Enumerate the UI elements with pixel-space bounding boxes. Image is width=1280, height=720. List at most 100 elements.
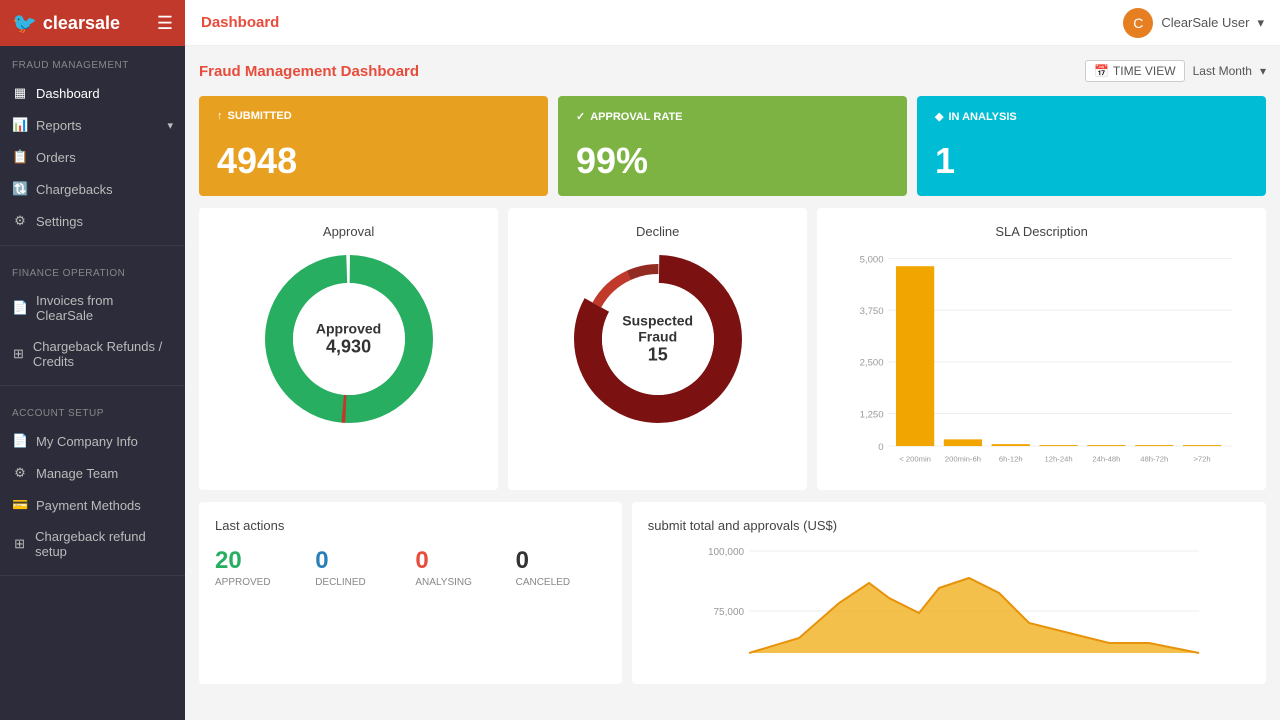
page-title: Fraud Management Dashboard: [199, 63, 419, 80]
sidebar-item-label: Orders: [36, 150, 76, 165]
sidebar-item-label: Chargeback refund setup: [35, 529, 173, 559]
stat-card-in-analysis: ◆ IN ANALYSIS 1: [917, 96, 1266, 196]
sidebar-item-dashboard[interactable]: ▦ Dashboard: [0, 77, 185, 109]
submit-title: submit total and approvals (US$): [648, 518, 1250, 533]
approval-donut-center: Approved 4,930: [316, 321, 381, 358]
action-stat-value: 0: [415, 547, 428, 575]
action-stat-label: DECLINED: [315, 577, 366, 588]
submit-approvals-card: submit total and approvals (US$) 100,000…: [632, 502, 1266, 684]
sidebar-item-settings[interactable]: ⚙ Settings: [0, 205, 185, 237]
svg-text:75,000: 75,000: [713, 607, 744, 618]
stat-cards: ↑SUBMITTED4948✓APPROVAL RATE99%◆IN ANALY…: [199, 96, 1266, 196]
sla-chart-card: SLA Description 5,000 3,750 2,500 1,250 …: [817, 208, 1266, 490]
user-label: ClearSale User: [1161, 15, 1249, 30]
content-area: Fraud Management Dashboard 📅 TIME VIEW L…: [185, 46, 1280, 720]
sidebar-section-label: ACCOUNT SETUP: [0, 394, 185, 425]
svg-text:2,500: 2,500: [860, 358, 884, 369]
orders-icon: 📋: [12, 149, 28, 165]
dashboard-icon: ▦: [12, 85, 28, 101]
sidebar-item-payment-methods[interactable]: 💳Payment Methods: [0, 489, 185, 521]
stat-card-icon: ◆: [935, 110, 943, 123]
stat-card-submitted: ↑SUBMITTED4948: [199, 96, 548, 196]
action-stat-canceled: 0CANCELED: [516, 547, 606, 588]
sidebar-item-label: Invoices from ClearSale: [36, 293, 173, 323]
time-view-control: 📅 TIME VIEW Last Month ▾: [1085, 60, 1266, 82]
sla-bar-chart: 5,000 3,750 2,500 1,250 0: [833, 249, 1250, 474]
user-menu[interactable]: C ClearSale User ▾: [1123, 8, 1264, 38]
payment-methods-icon: 💳: [12, 497, 28, 513]
main-content: Dashboard C ClearSale User ▾ Fraud Manag…: [185, 0, 1280, 720]
decline-donut-center: Suspected Fraud 15: [613, 313, 703, 366]
svg-text:100,000: 100,000: [708, 547, 745, 558]
last-actions-title: Last actions: [215, 518, 606, 533]
sidebar-header: 🐦 clearsale ☰: [0, 0, 185, 46]
action-stat-value: 20: [215, 547, 242, 575]
decline-chart-card: Decline Suspected Fraud 15: [508, 208, 807, 490]
settings-icon: ⚙: [12, 213, 28, 229]
stat-card-icon: ✓: [576, 110, 585, 123]
stat-card-label-text: SUBMITTED: [228, 110, 292, 122]
approval-chart-card: Approval Approved 4,930: [199, 208, 498, 490]
stat-card-approval-rate: ✓ APPROVAL RATE 99%: [558, 96, 907, 196]
sidebar-divider: [0, 245, 185, 246]
sidebar-item-label: Dashboard: [36, 86, 100, 101]
sidebar-item-reports[interactable]: 📊 Reports ▾: [0, 109, 185, 141]
sla-chart-title: SLA Description: [833, 224, 1250, 239]
sidebar: 🐦 clearsale ☰ FRAUD MANAGEMENT ▦ Dashboard…: [0, 0, 185, 720]
logo: 🐦 clearsale: [12, 11, 120, 36]
sidebar-item-invoices[interactable]: 📄 Invoices from ClearSale: [0, 285, 185, 331]
action-stat-value: 0: [315, 547, 328, 575]
topbar: Dashboard C ClearSale User ▾: [185, 0, 1280, 46]
sidebar-section-label: FRAUD MANAGEMENT: [0, 46, 185, 77]
stat-card-value: 4948: [217, 140, 530, 182]
stat-card-label-text: IN ANALYSIS: [948, 111, 1016, 123]
svg-text:1,250: 1,250: [860, 409, 884, 420]
submit-approvals-chart: 100,000 75,000: [648, 543, 1250, 663]
action-stat-label: APPROVED: [215, 577, 271, 588]
actions-stats: 20 APPROVED 0 DECLINED 0 ANALYSING 0CANCELED: [215, 547, 606, 588]
sidebar-item-orders[interactable]: 📋 Orders: [0, 141, 185, 173]
sidebar-divider: [0, 575, 185, 576]
topbar-title: Dashboard: [201, 14, 279, 31]
time-view-label: TIME VIEW: [1113, 64, 1176, 78]
content-header: Fraud Management Dashboard 📅 TIME VIEW L…: [199, 60, 1266, 82]
time-view-button[interactable]: 📅 TIME VIEW: [1085, 60, 1185, 82]
sidebar-item-chargeback-refunds[interactable]: ⊞Chargeback Refunds / Credits: [0, 331, 185, 377]
time-period-label: Last Month: [1193, 64, 1252, 78]
decline-donut: Suspected Fraud 15: [568, 249, 748, 429]
chevron-down-icon: ▾: [1257, 15, 1264, 31]
logo-text: clearsale: [43, 13, 120, 34]
sla-chart-svg: 5,000 3,750 2,500 1,250 0: [833, 249, 1250, 469]
stat-card-value: 99%: [576, 140, 889, 182]
sidebar-item-manage-team[interactable]: ⚙ Manage Team: [0, 457, 185, 489]
stat-card-label-text: APPROVAL RATE: [590, 111, 682, 123]
action-stat-label: ANALYSING: [415, 577, 472, 588]
my-company-icon: 📄: [12, 433, 28, 449]
svg-text:6h-12h: 6h-12h: [999, 454, 1023, 463]
manage-team-icon: ⚙: [12, 465, 28, 481]
bottom-row: Last actions 20 APPROVED 0 DECLINED 0 ANALYSI…: [199, 502, 1266, 684]
action-stat-declined: 0 DECLINED: [315, 547, 405, 588]
sidebar-item-chargebacks[interactable]: 🔃Chargebacks: [0, 173, 185, 205]
stat-card-label: ◆ IN ANALYSIS: [935, 110, 1248, 123]
svg-text:48h-72h: 48h-72h: [1140, 454, 1168, 463]
sidebar-item-label: Manage Team: [36, 466, 118, 481]
sidebar-item-chargeback-refund-setup[interactable]: ⊞Chargeback refund setup: [0, 521, 185, 567]
sidebar-item-label: Settings: [36, 214, 83, 229]
svg-text:200min-6h: 200min-6h: [945, 454, 981, 463]
svg-text:0: 0: [879, 442, 884, 453]
svg-text:12h-24h: 12h-24h: [1045, 454, 1073, 463]
decline-chart-title: Decline: [524, 224, 791, 239]
sidebar-item-label: Reports: [36, 118, 82, 133]
approval-center-value: 4,930: [316, 337, 381, 358]
reports-icon: 📊: [12, 117, 28, 133]
chevron-down-icon: ▾: [167, 119, 173, 132]
chevron-down-icon[interactable]: ▾: [1260, 64, 1266, 78]
invoices-icon: 📄: [12, 300, 28, 316]
hamburger-icon[interactable]: ☰: [157, 13, 173, 34]
sidebar-item-my-company[interactable]: 📄My Company Info: [0, 425, 185, 457]
stat-card-value: 1: [935, 140, 1248, 182]
approval-donut: Approved 4,930: [259, 249, 439, 429]
svg-text:< 200min: < 200min: [900, 454, 932, 463]
calendar-icon: 📅: [1094, 64, 1109, 78]
